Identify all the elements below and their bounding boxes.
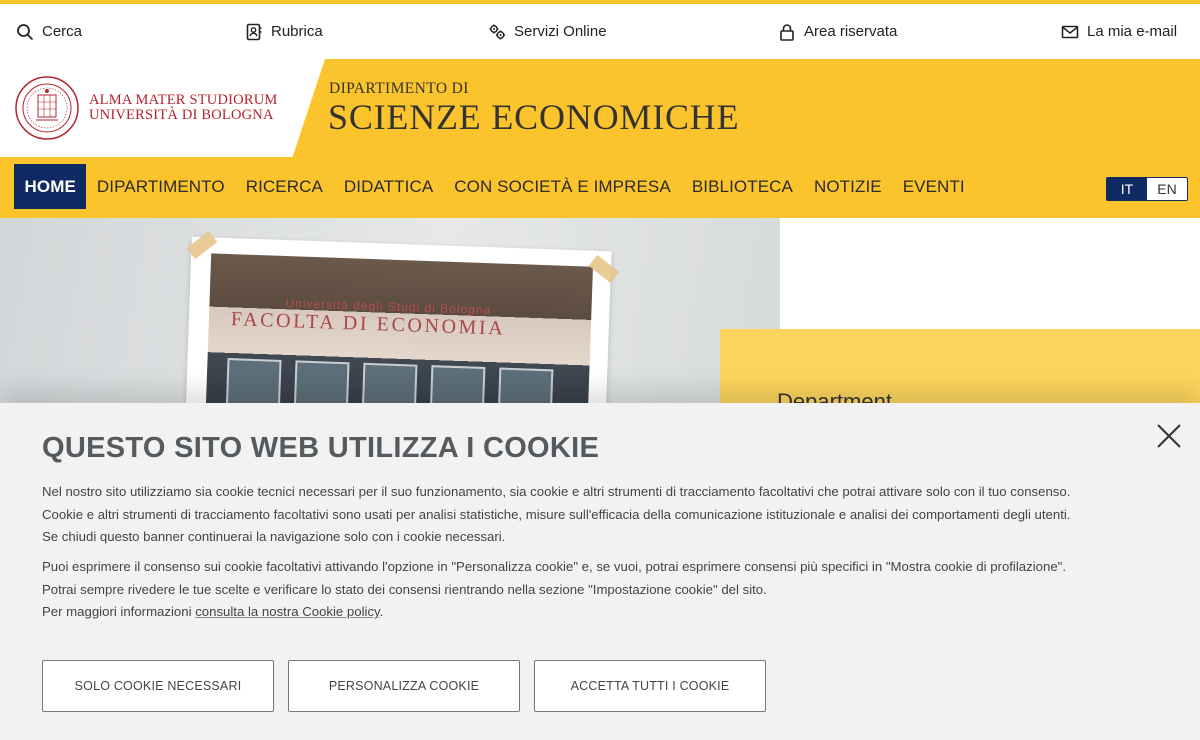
nav-item-ricerca[interactable]: RICERCA xyxy=(235,164,333,209)
directory-label: Rubrica xyxy=(271,23,323,40)
hero-image: Università degli Studi di Bologna FACOLT… xyxy=(0,218,780,418)
cookie-text-4: Puoi esprimere il consenso sui cookie fa… xyxy=(42,559,1067,574)
polaroid-photo: Università degli Studi di Bologna FACOLT… xyxy=(184,236,612,418)
cookie-text-5: Potrai sempre rivedere le tue scelte e v… xyxy=(42,582,767,597)
online-services-link[interactable]: Servizi Online xyxy=(488,4,607,59)
lock-icon xyxy=(780,23,794,41)
reserved-area-link[interactable]: Area riservata xyxy=(778,4,897,59)
online-services-label: Servizi Online xyxy=(514,23,607,40)
utility-bar: Cerca Rubrica Servizi Online Area riserv… xyxy=(0,4,1200,59)
main-nav: HOME DIPARTIMENTO RICERCA DIDATTICA CON … xyxy=(14,164,975,209)
accept-all-cookies-button[interactable]: ACCETTA TUTTI I COOKIE xyxy=(534,660,766,712)
lang-en-button[interactable]: EN xyxy=(1147,178,1187,200)
university-seal-logo xyxy=(15,76,79,140)
nav-item-eventi[interactable]: EVENTI xyxy=(892,164,975,209)
nav-item-didattica[interactable]: DIDATTICA xyxy=(333,164,443,209)
language-switcher: IT EN xyxy=(1106,177,1188,201)
nav-item-home[interactable]: HOME xyxy=(14,164,87,209)
address-book-icon xyxy=(246,23,262,40)
cookie-text-2: Cookie e altri strumenti di tracciamento… xyxy=(42,507,1071,522)
nav-item-biblioteca[interactable]: BIBLIOTECA xyxy=(681,164,803,209)
gears-icon xyxy=(489,24,505,39)
cookie-text-6-suffix: . xyxy=(379,604,384,619)
search-link[interactable]: Cerca xyxy=(16,4,82,59)
email-link[interactable]: La mia e-mail xyxy=(1061,4,1177,59)
nav-item-notizie[interactable]: NOTIZIE xyxy=(803,164,892,209)
directory-link[interactable]: Rubrica xyxy=(245,4,323,59)
nav-item-societa-impresa[interactable]: CON SOCIETÀ E IMPRESA xyxy=(444,164,682,209)
faculty-building-photo: Università degli Studi di Bologna FACOLT… xyxy=(204,253,593,418)
cookie-title: QUESTO SITO WEB UTILIZZA I COOKIE xyxy=(42,432,600,464)
lang-it-button[interactable]: IT xyxy=(1107,178,1147,200)
search-icon xyxy=(17,23,34,40)
reserved-area-label: Area riservata xyxy=(804,23,898,40)
university-name: ALMA MATER STUDIORUM UNIVERSITÀ DI BOLOG… xyxy=(89,93,278,123)
cookie-banner: QUESTO SITO WEB UTILIZZA I COOKIE Nel no… xyxy=(0,403,1200,740)
cookie-policy-link[interactable]: consulta la nostra Cookie policy xyxy=(195,604,379,619)
email-label: La mia e-mail xyxy=(1087,23,1178,40)
close-icon[interactable] xyxy=(1155,422,1183,450)
search-label: Cerca xyxy=(42,23,83,40)
necessary-cookies-button[interactable]: SOLO COOKIE NECESSARI xyxy=(42,660,274,712)
department-name[interactable]: SCIENZE ECONOMICHE xyxy=(328,96,739,138)
customize-cookies-button[interactable]: PERSONALIZZA COOKIE xyxy=(288,660,520,712)
university-name-line1: ALMA MATER STUDIORUM xyxy=(89,92,278,108)
cookie-text-3: Se chiudi questo banner continuerai la n… xyxy=(42,529,506,544)
envelope-icon xyxy=(1061,25,1079,38)
cookie-text-6: Per maggiori informazioni consulta la no… xyxy=(42,601,383,624)
nav-item-dipartimento[interactable]: DIPARTIMENTO xyxy=(86,164,235,209)
cookie-text-1: Nel nostro sito utilizziamo sia cookie t… xyxy=(42,484,1071,499)
cookie-text-6-prefix: Per maggiori informazioni xyxy=(42,604,196,619)
university-name-line2: UNIVERSITÀ DI BOLOGNA xyxy=(89,107,274,123)
